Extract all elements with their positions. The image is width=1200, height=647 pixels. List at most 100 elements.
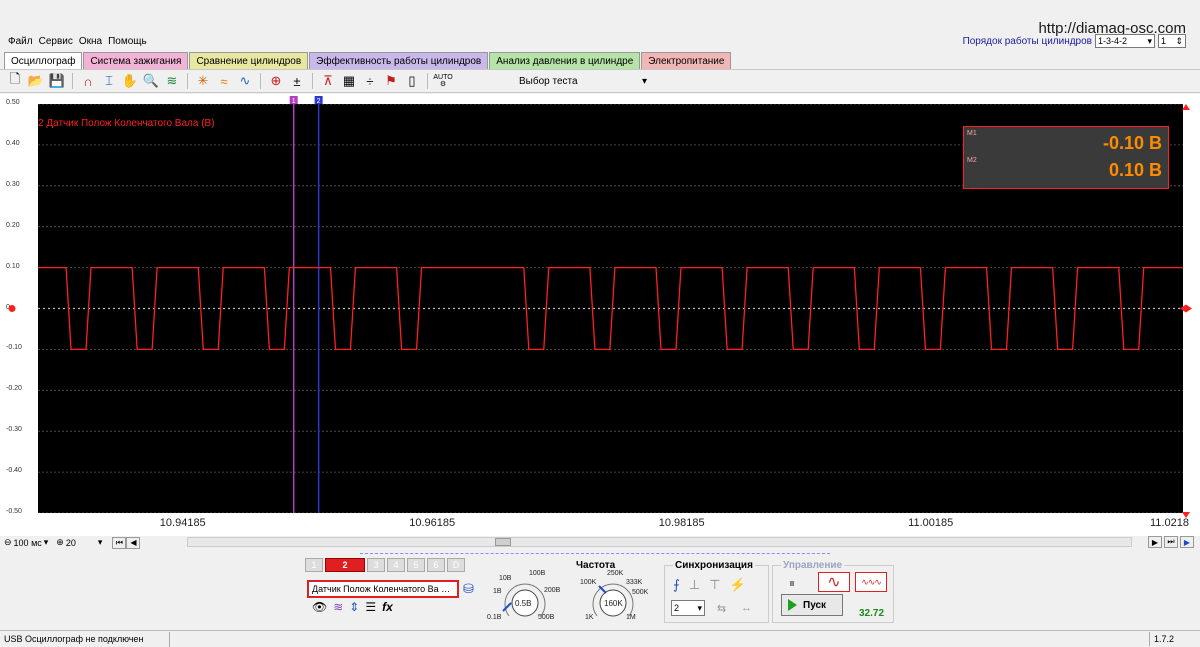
toolbar-separator — [260, 73, 261, 89]
channel-3-button[interactable]: 3 — [367, 558, 385, 572]
vertical-move-icon[interactable]: ⇕ — [349, 600, 359, 614]
page-icon[interactable]: ▯ — [403, 72, 421, 90]
oscilloscope-screen[interactable]: 2 Датчик Полож Коленчатого Вала (В) M1 -… — [38, 104, 1183, 513]
sensor-select[interactable]: Датчик Полож Коленчатого Ва … — [307, 580, 459, 598]
chevron-down-icon: ▾ — [43, 537, 49, 547]
cylinder-order-select[interactable]: 1-3-4-2 ▾ — [1095, 34, 1155, 48]
frequency-knob[interactable]: 160K 250K 100K 333K 500K 1K 1M — [573, 568, 653, 628]
waveform-overlay-icon[interactable]: ∿ — [236, 72, 254, 90]
tab-pressure-analysis[interactable]: Анализ давления в цилиндре — [489, 52, 641, 69]
measurement-box: M1 -0.10 В M2 0.10 В — [963, 126, 1169, 189]
test-select[interactable]: Выбор теста ▾ — [515, 72, 651, 90]
toolbar-separator — [312, 73, 313, 89]
zoom-out-icon[interactable]: ⊖ — [4, 537, 12, 548]
channel-4-button[interactable]: 4 — [387, 558, 405, 572]
pulse-down-icon[interactable]: ⊤ — [709, 577, 720, 593]
panel-splitter[interactable] — [360, 549, 830, 554]
nav-right: ▶ ⏭ ▶ — [1148, 536, 1194, 548]
scrollbar-thumb[interactable] — [495, 538, 511, 546]
tab-cylinder-efficiency[interactable]: Эффективность работы цилиндров — [309, 52, 489, 69]
y-tick-label: 0.40 — [6, 139, 20, 147]
y-tick-label: 0.20 — [6, 221, 20, 229]
save-icon[interactable]: 💾 — [48, 72, 66, 90]
divide-icon[interactable]: ÷ — [361, 72, 379, 90]
new-file-icon[interactable]: 🗋 — [6, 71, 24, 90]
m2-value: 0.10 В — [1108, 160, 1162, 180]
zoom-icon[interactable]: 🔍 — [142, 72, 160, 90]
start-button[interactable]: Пуск — [781, 594, 843, 616]
function-icon[interactable]: fx — [382, 600, 393, 614]
noise-filter-icon[interactable]: ≋ — [333, 600, 343, 614]
time-div-select[interactable]: ⊖ 100 мс ▾ — [4, 537, 48, 549]
toolbar: 🗋 📂 💾 ∩ ⌶ ✋ 🔍 ≋ ✳ ≈ ∿ ⊕ ± ⊼ ▦ ÷ ⚑ ▯ AUTO… — [0, 69, 1200, 93]
chevron-down-icon: ▾ — [1147, 35, 1152, 46]
chevron-down-icon: ▾ — [697, 602, 702, 613]
channel-digital-button[interactable]: D — [447, 558, 465, 572]
voltage-label-1v: 1В — [493, 588, 502, 595]
grid-lines-icon[interactable]: ☰ — [365, 600, 376, 614]
spark-icon[interactable]: ✳ — [194, 72, 212, 90]
pause-icon[interactable]: ⏸ — [789, 576, 795, 591]
auto-label: AUTO — [433, 74, 453, 81]
voltage-knob[interactable]: 0.5В 10В 100В 1В 200В 0.1В 500В — [487, 568, 567, 628]
auto-sync-icon[interactable]: ⚡ — [729, 577, 745, 593]
play-live-button[interactable]: ▶ — [1180, 536, 1194, 548]
pulse-up-icon[interactable]: ⊥ — [689, 577, 700, 593]
waveform-compare-icon[interactable]: ≈ — [215, 72, 233, 90]
y-tick-label: -0.40 — [6, 467, 22, 475]
sensor-settings-icon[interactable]: ⛁ — [463, 581, 474, 597]
sync-shift-icon[interactable]: ⇆ — [717, 602, 726, 615]
open-folder-icon[interactable]: 📂 — [27, 72, 45, 90]
sync-channel-select[interactable]: 2 ▾ — [671, 600, 705, 616]
step-forward-button[interactable]: ▶ — [1148, 536, 1162, 548]
tab-oscilloscope[interactable]: Осциллограф — [4, 52, 83, 69]
menu-service[interactable]: Сервис — [39, 36, 73, 47]
step-back-button[interactable]: ◀ — [126, 536, 141, 549]
cylinder-count-spinner[interactable]: 1 ⇕ — [1158, 34, 1186, 48]
sync-fit-icon[interactable]: ↔ — [741, 602, 752, 614]
zoom-in-icon[interactable]: ⊕ — [56, 537, 64, 548]
hand-pan-icon[interactable]: ✋ — [121, 72, 139, 90]
table-icon[interactable]: ▦ — [340, 72, 358, 90]
measure-cursor-icon[interactable]: ⊼ — [319, 72, 337, 90]
menu-bar: Файл Сервис Окна Помощь — [0, 34, 147, 48]
cylinder-order: Порядок работы цилиндров 1-3-4-2 ▾ 1 ⇕ — [963, 34, 1186, 48]
channel-6-button[interactable]: 6 — [427, 558, 445, 572]
x-tick-label: 11.00185 — [908, 517, 954, 529]
tab-cylinder-compare[interactable]: Сравнение цилиндров — [189, 52, 309, 69]
go-start-button[interactable]: ⏮ — [112, 536, 127, 549]
auto-trigger-icon[interactable]: ⊕ — [267, 72, 285, 90]
rising-edge-icon[interactable]: ⨍ — [673, 577, 680, 593]
zoom-value: 20 — [65, 537, 76, 548]
menu-windows[interactable]: Окна — [79, 36, 102, 47]
marker-flag-icon[interactable]: ⚑ — [382, 72, 400, 90]
time-scrollbar[interactable] — [187, 537, 1132, 547]
go-end-button[interactable]: ⏭ — [1164, 536, 1178, 548]
status-bar: USB Осциллограф не подключен 1.7.2 — [0, 630, 1200, 647]
fps-readout: 32.72 — [859, 608, 885, 619]
status-message: USB Осциллограф не подключен — [0, 631, 170, 647]
filter-icon[interactable]: ≋ — [163, 72, 181, 90]
tab-power-supply[interactable]: Электропитание — [641, 52, 732, 69]
menu-help[interactable]: Помощь — [108, 36, 147, 47]
eye-icon[interactable]: 👁 — [312, 600, 327, 614]
toolbar-separator — [187, 73, 188, 89]
sync-channel-value: 2 — [674, 603, 680, 613]
plot-frame: 0.50 0.40 0.30 0.20 0.10 0 -0.10 -0.20 -0.30 -0.4… — [0, 94, 1200, 538]
multi-wave-icon[interactable]: ∿∿∿ — [855, 572, 887, 592]
sync-edge-buttons: ⨍ ⊥ ⊤ ⚡ — [673, 577, 746, 593]
m1-value: -0.10 В — [1102, 133, 1162, 153]
cursor-tool-icon[interactable]: ⌶ — [100, 72, 118, 90]
magnet-icon[interactable]: ∩ — [79, 72, 97, 90]
channel-5-button[interactable]: 5 — [407, 558, 425, 572]
single-wave-icon[interactable]: ∿ — [818, 572, 850, 592]
y-tick-label: -0.50 — [6, 508, 22, 515]
zero-offset-icon[interactable]: ± — [288, 72, 306, 90]
auto-scale-icon[interactable]: AUTO ⚙ — [433, 72, 453, 90]
menu-file[interactable]: Файл — [8, 36, 33, 47]
time-div-value: 100 мс — [13, 537, 42, 548]
tab-ignition[interactable]: Система зажигания — [83, 52, 189, 69]
zoom-select[interactable]: ⊕ 20 ▾ — [56, 537, 102, 549]
channel-1-button[interactable]: 1 — [305, 558, 323, 572]
channel-2-button[interactable]: 2 — [325, 558, 365, 572]
